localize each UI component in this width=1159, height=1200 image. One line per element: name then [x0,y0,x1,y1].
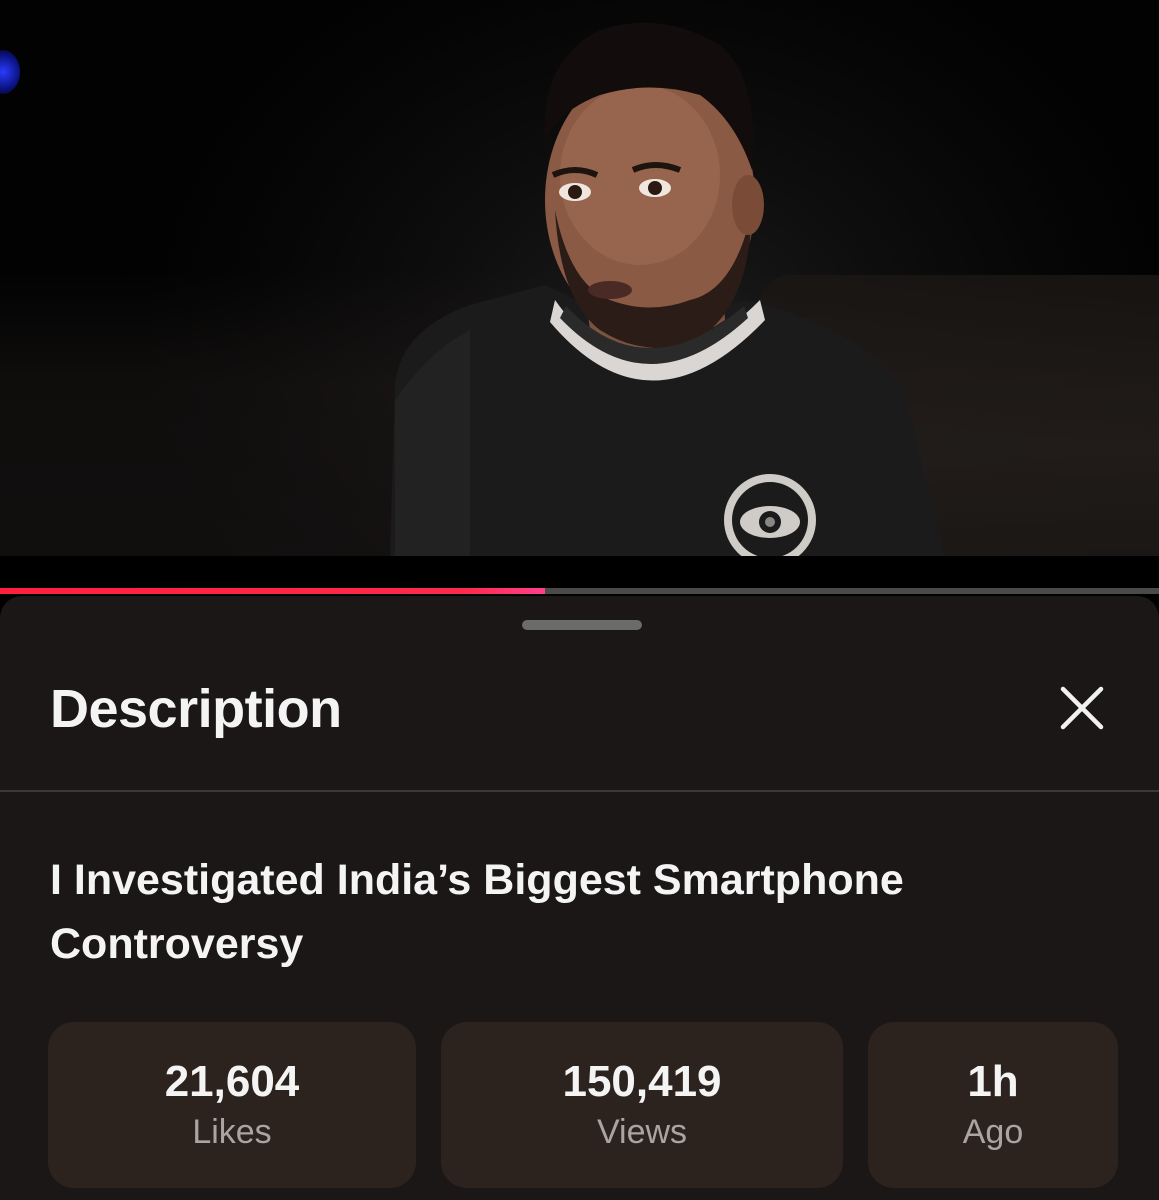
screen: Description I Investigated India’s Bigge… [0,0,1159,1200]
views-stat: 150,419 Views [441,1022,843,1188]
views-count: 150,419 [562,1057,722,1106]
upload-time-stat: 1h Ago [868,1022,1118,1188]
sheet-header: Description [0,678,1159,792]
video-player[interactable] [0,0,1159,556]
video-frame-person [390,22,945,556]
header-divider [0,790,1159,792]
sheet-title: Description [50,679,342,739]
likes-stat[interactable]: 21,604 Likes [48,1022,416,1188]
close-icon [1060,686,1104,730]
video-progress-played [0,588,545,594]
sheet-drag-handle[interactable] [522,620,642,630]
likes-count: 21,604 [164,1057,300,1106]
video-title: I Investigated India’s Biggest Smartphon… [50,856,904,968]
likes-label: Likes [192,1113,272,1151]
views-label: Views [596,1113,688,1151]
upload-time-label: Ago [962,1113,1024,1151]
video-progress-bar[interactable] [0,588,1159,594]
close-button[interactable] [1052,678,1112,738]
upload-time-value: 1h [967,1057,1019,1106]
description-sheet: Description I Investigated India’s Bigge… [0,596,1159,1200]
